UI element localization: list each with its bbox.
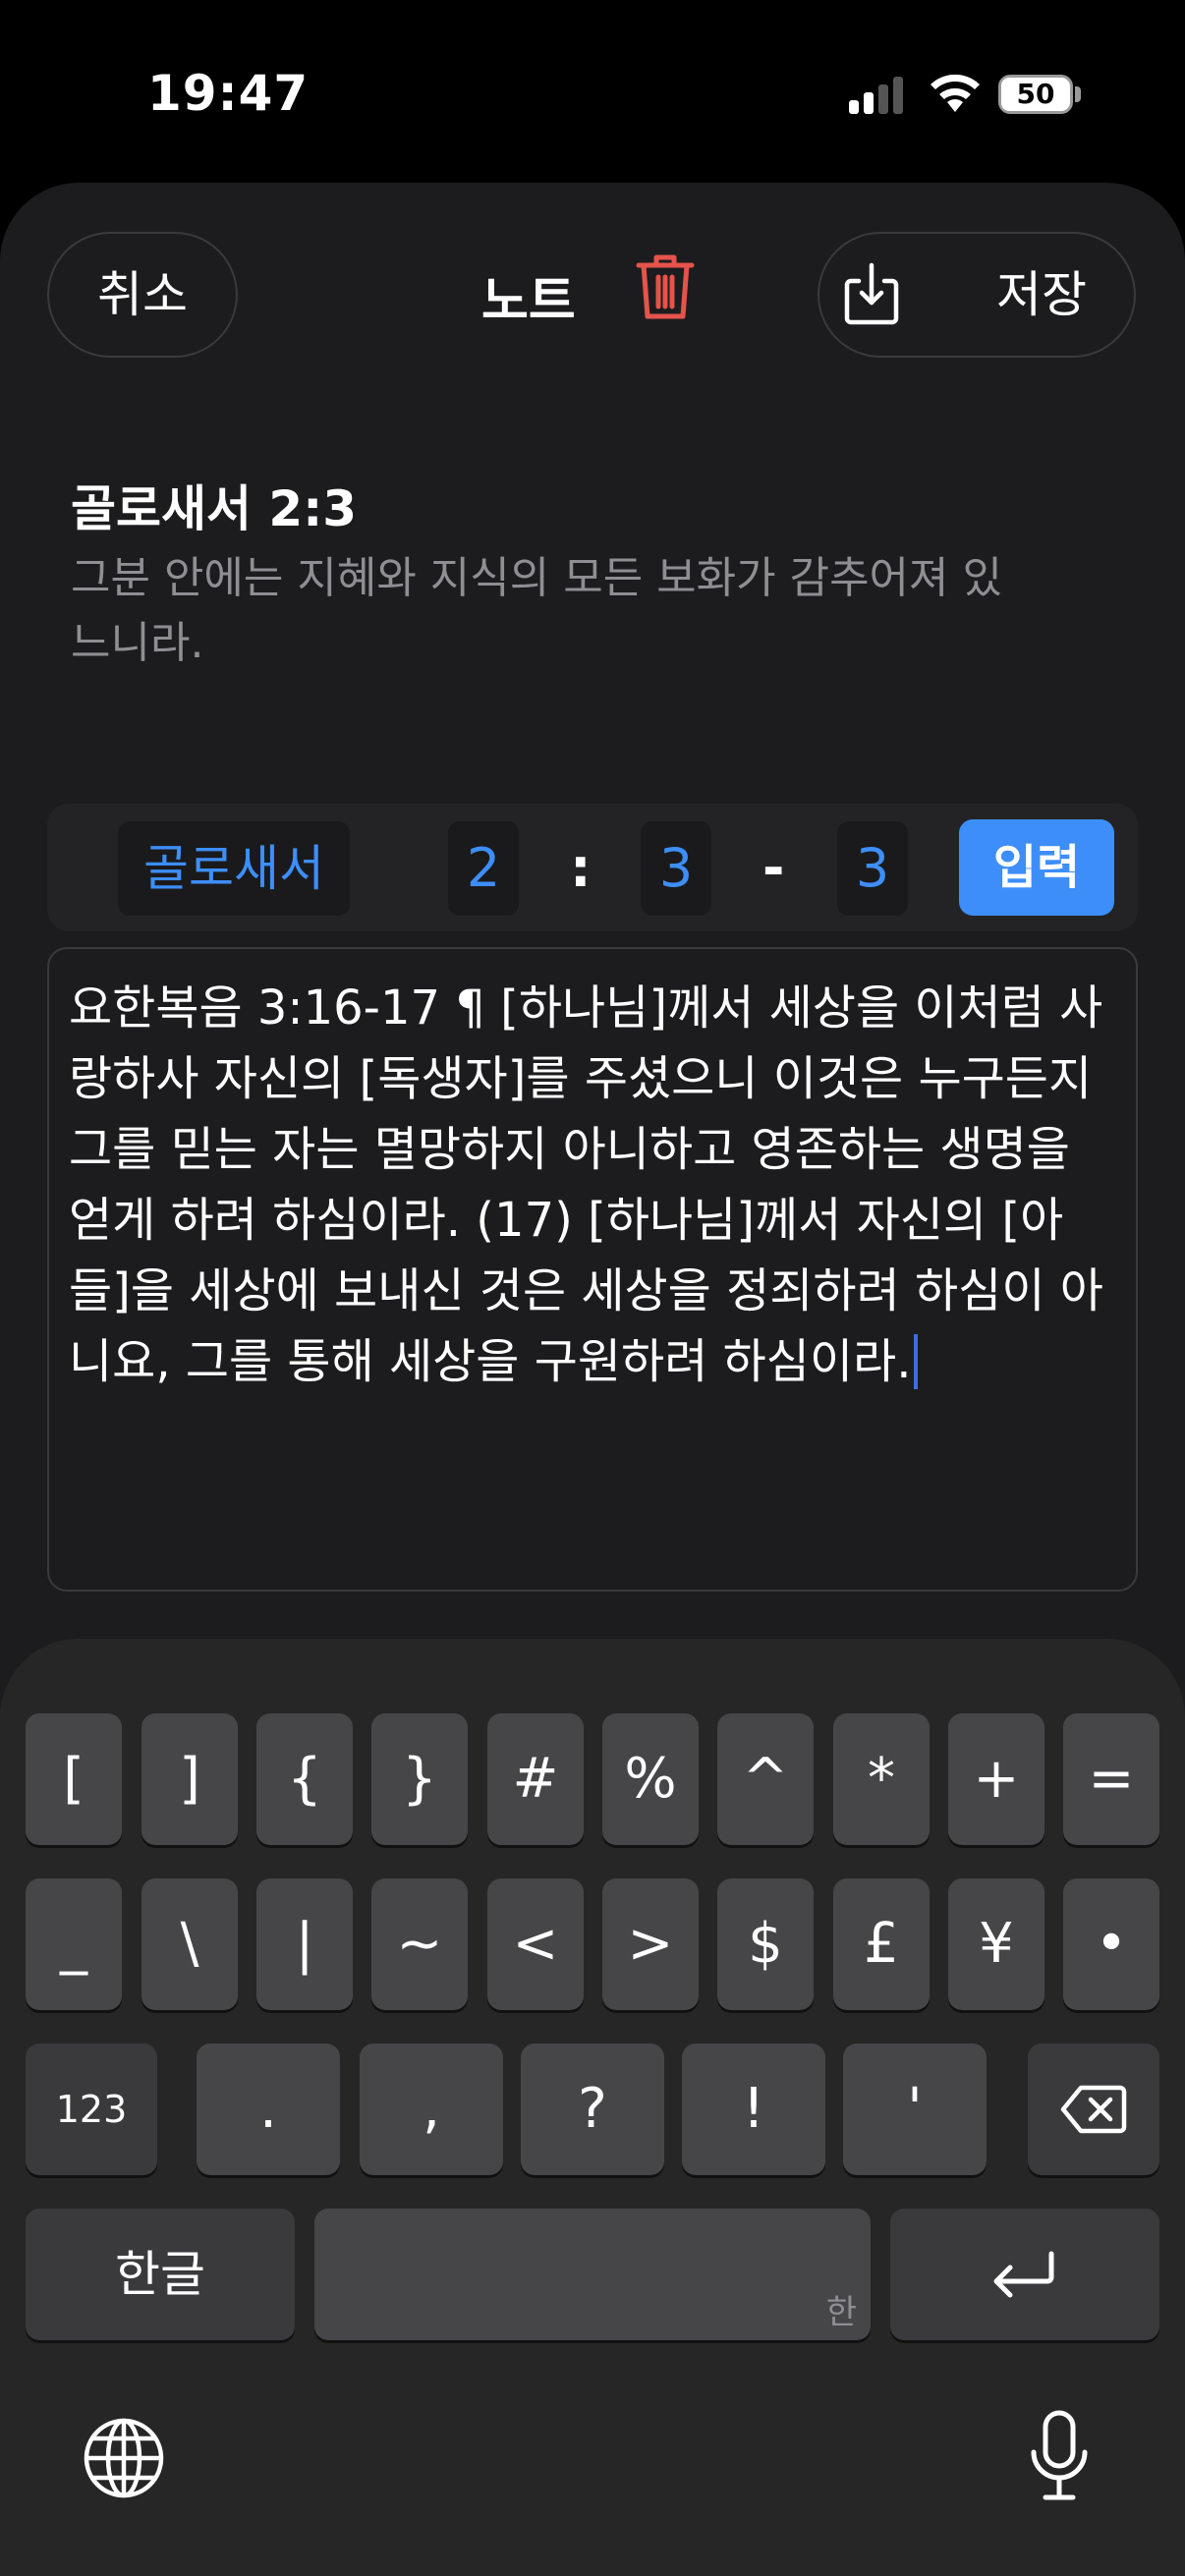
verse-start-field[interactable]: 3 (641, 821, 711, 916)
key[interactable]: ' (843, 2044, 987, 2175)
numbers-key[interactable]: 123 (26, 2044, 157, 2175)
key[interactable]: # (487, 1713, 584, 1845)
key[interactable]: ? (521, 2044, 664, 2175)
key[interactable]: * (833, 1713, 930, 1845)
return-key[interactable] (890, 2209, 1159, 2340)
key[interactable]: _ (26, 1878, 122, 2010)
key[interactable]: \ (141, 1878, 238, 2010)
battery-icon: 50 (998, 75, 1073, 114)
key[interactable]: $ (717, 1878, 814, 2010)
return-icon (993, 2251, 1054, 2298)
key[interactable]: ~ (371, 1878, 468, 2010)
cellular-signal-icon (849, 75, 908, 114)
dash-separator: - (762, 837, 785, 899)
key[interactable]: ! (682, 2044, 825, 2175)
key[interactable]: £ (833, 1878, 930, 2010)
key[interactable]: > (602, 1878, 699, 2010)
space-key[interactable]: 한 (314, 2209, 871, 2340)
save-button[interactable]: 저장 (818, 232, 1136, 358)
key[interactable]: • (1063, 1878, 1159, 2010)
save-label: 저장 (996, 266, 1087, 323)
language-key[interactable]: 한글 (26, 2209, 295, 2340)
cancel-button[interactable]: 취소 (47, 232, 238, 358)
key[interactable]: ¥ (948, 1878, 1044, 2010)
chapter-field[interactable]: 2 (448, 821, 519, 916)
backspace-icon (1060, 2085, 1127, 2134)
enter-button[interactable]: 입력 (959, 819, 1114, 916)
passage-reference: 골로새서 2:3 (71, 480, 357, 537)
key[interactable]: ^ (717, 1713, 814, 1845)
battery-cap (1075, 86, 1081, 102)
page-title: 노트 (481, 272, 576, 331)
note-editor-text[interactable]: 요한복음 3:16-17 ¶ [하나님]께서 세상을 이처럼 사랑하사 자신의 … (69, 973, 1110, 1397)
status-bar: 19:47 50 (0, 0, 1185, 177)
download-icon (844, 262, 899, 325)
key[interactable]: % (602, 1713, 699, 1845)
key[interactable]: < (487, 1878, 584, 2010)
key[interactable]: ] (141, 1713, 238, 1845)
key[interactable]: + (948, 1713, 1044, 1845)
verse-end-field[interactable]: 3 (837, 821, 908, 916)
microphone-icon[interactable] (1028, 2409, 1091, 2503)
globe-icon[interactable] (81, 2415, 167, 2501)
text-cursor (913, 1334, 918, 1389)
book-selector[interactable]: 골로새서 (118, 821, 350, 916)
key[interactable]: } (371, 1713, 468, 1845)
key[interactable]: = (1063, 1713, 1159, 1845)
space-key-hint: 한 (825, 2293, 857, 2332)
key[interactable]: . (197, 2044, 340, 2175)
colon-separator: : (570, 837, 592, 899)
wifi-icon (931, 74, 980, 112)
key[interactable]: , (360, 2044, 503, 2175)
key[interactable]: [ (26, 1713, 122, 1845)
status-time: 19:47 (147, 65, 310, 122)
battery-percent: 50 (1016, 78, 1055, 110)
trash-icon[interactable] (635, 252, 696, 322)
key[interactable]: | (256, 1878, 353, 2010)
note-content: 요한복음 3:16-17 ¶ [하나님]께서 세상을 이처럼 사랑하사 자신의 … (69, 980, 1103, 1389)
passage-text: 그분 안에는 지혜와 지식의 모든 보화가 감추어져 있느니라. (71, 553, 1002, 668)
backspace-key[interactable] (1028, 2044, 1159, 2175)
key[interactable]: { (256, 1713, 353, 1845)
